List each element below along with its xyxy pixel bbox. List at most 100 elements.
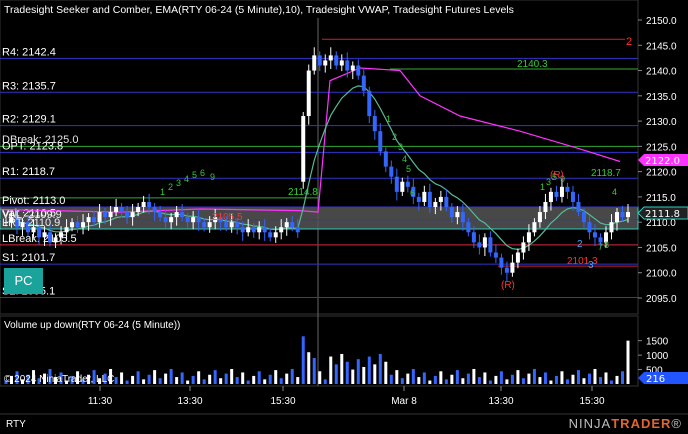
chart-canvas[interactable]: R4: 2142.4R3: 2135.7R2: 2129.1OPT: 2123.… [0, 0, 688, 434]
price-tick-label: 2145.0 [646, 41, 677, 52]
volume-bar [142, 379, 146, 384]
volume-bar [114, 377, 118, 384]
candle-body [427, 191, 432, 208]
candle-body [587, 222, 592, 233]
candle-body [493, 252, 498, 258]
candle-body [460, 212, 465, 223]
seeker-count: 7 [598, 242, 603, 252]
volume-bar [461, 378, 465, 384]
seeker-count: 1 [160, 187, 165, 197]
candle-body [301, 116, 306, 182]
candle-body [482, 237, 487, 248]
candle-body [70, 222, 75, 228]
candle-body [328, 55, 333, 61]
volume-bar [263, 379, 267, 384]
volume-bar [120, 372, 124, 384]
seeker-count: 4 [402, 154, 407, 164]
volume-bar [422, 372, 426, 384]
volume-bar [406, 373, 410, 384]
val-label-2: VAL: 2109.9 [2, 209, 62, 221]
candle-body [614, 212, 619, 223]
volume-bar [488, 380, 492, 384]
volume-bar [626, 340, 630, 384]
price-panel[interactable] [0, 0, 639, 315]
candle-body [416, 196, 421, 202]
instrument-tab[interactable]: RTY [6, 419, 26, 430]
ninjatrader-logo: NINJATRADER® [569, 416, 682, 431]
candle-body [141, 201, 146, 208]
candle-body [350, 65, 355, 71]
seeker-count: 5 [406, 164, 411, 174]
volume-bar [268, 374, 272, 384]
volume-bar [252, 375, 256, 384]
candle-body [317, 55, 322, 66]
volume-bar [318, 371, 322, 384]
candle-body [114, 207, 119, 213]
pc-badge[interactable]: PC [4, 268, 43, 294]
volume-bar [543, 372, 547, 384]
volume-bar [598, 377, 602, 384]
volume-bar [213, 370, 217, 384]
volume-bar [246, 380, 250, 384]
volume-badge: 216 [638, 372, 688, 385]
seeker-count: 8 [604, 240, 609, 250]
volume-bar [257, 371, 261, 384]
candle-body [526, 232, 531, 243]
candle-body [262, 227, 267, 233]
volume-bar [466, 373, 470, 384]
candle-body [86, 217, 91, 223]
volume-bar [285, 373, 289, 384]
candle-body [400, 181, 405, 192]
candle-body [279, 227, 284, 233]
price-tick-label: 2135.0 [646, 92, 677, 103]
volume-bar [444, 379, 448, 384]
time-axis[interactable]: 11:30 13:30 15:30 Mar 8 13:30 15:30 [88, 386, 605, 407]
candle-body [372, 116, 377, 132]
last-price-badge-text: 2111.8 [645, 209, 680, 220]
volume-bar [571, 374, 575, 384]
volume-bar [164, 373, 168, 384]
candle-body [284, 222, 289, 228]
time-tick-label: 13:30 [177, 396, 202, 407]
annotation-2105: 2105.5 [212, 212, 243, 223]
volume-bar [494, 375, 498, 384]
seeker-count: 9 [210, 172, 215, 182]
candle-body [510, 262, 515, 273]
seeker-count: 2 [168, 182, 173, 192]
candle-body [92, 217, 97, 223]
candle-body [290, 222, 295, 228]
time-tick-label: 15:30 [579, 396, 604, 407]
candle-body [537, 212, 542, 223]
volume-bar [389, 374, 393, 384]
time-tick-label: Mar 8 [391, 396, 417, 407]
candle-body [257, 227, 262, 233]
candle-body [180, 212, 185, 218]
volume-bar [499, 371, 503, 384]
candle-body [626, 212, 630, 218]
candle-body [103, 212, 108, 218]
seeker-count: 3 [546, 177, 551, 187]
candle-body [268, 232, 273, 238]
candle-body [169, 217, 174, 223]
candle-body [438, 196, 443, 202]
candle-body [405, 181, 410, 187]
candle-body [152, 207, 157, 213]
volume-axis[interactable]: 15001000500 [638, 337, 669, 377]
candle-body [185, 217, 190, 223]
annotation-r-bottom: (R) [501, 280, 515, 291]
candle-body [339, 60, 344, 66]
candle-body [361, 75, 366, 91]
candle-body [466, 222, 471, 233]
volume-bar [158, 378, 162, 384]
candle-body [191, 217, 196, 223]
volume-bar [169, 368, 173, 384]
candle-body [59, 232, 64, 238]
candle-body [334, 55, 339, 66]
candle-body [383, 151, 388, 167]
volume-bar [609, 380, 613, 384]
candle-body [488, 237, 493, 253]
volume-bar [197, 371, 201, 384]
candle-body [609, 222, 614, 233]
candle-body [499, 257, 504, 268]
volume-bar [510, 374, 514, 384]
